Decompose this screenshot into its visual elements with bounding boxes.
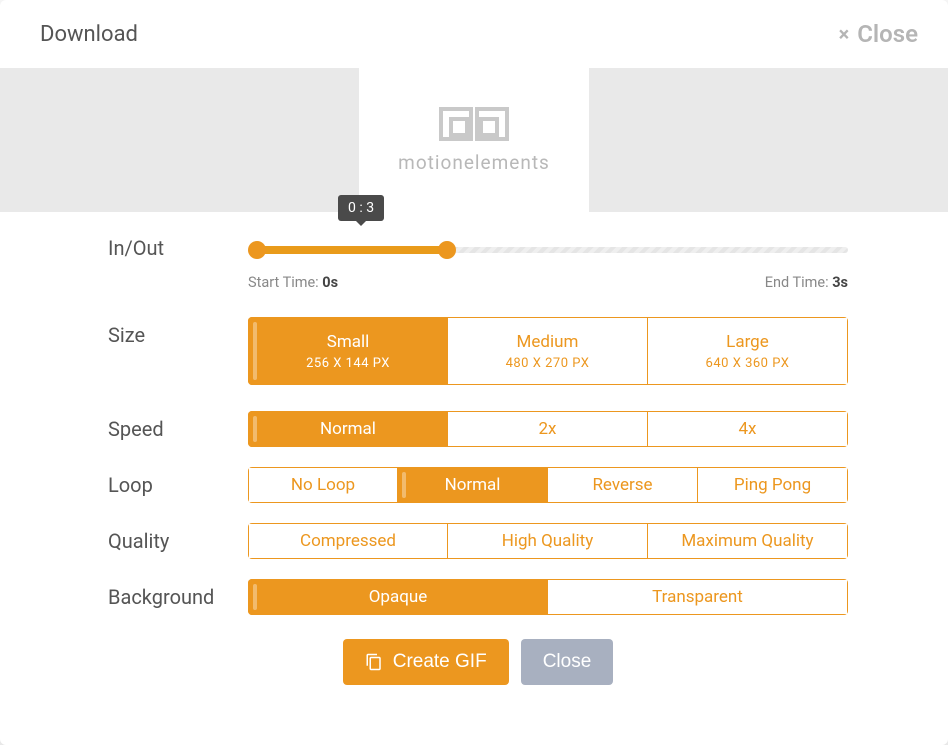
quality-option-max[interactable]: Maximum Quality — [648, 523, 848, 559]
size-option-medium[interactable]: Medium 480 X 270 PX — [448, 317, 648, 385]
slider-labels: Start Time: 0s End Time: 3s — [248, 274, 848, 291]
modal-header: Download × Close — [0, 0, 948, 68]
end-time-label: End Time: 3s — [765, 274, 848, 291]
brand-text: motionelements — [398, 151, 550, 174]
close-top-button[interactable]: × Close — [839, 20, 918, 48]
preview-area: motionelements — [0, 68, 948, 212]
size-dim: 256 X 144 PX — [306, 356, 390, 371]
row-inout: In/Out 0 : 3 Start Time: 0s End Time: 3s — [108, 230, 848, 291]
loop-option-noloop[interactable]: No Loop — [248, 467, 398, 503]
size-option-large[interactable]: Large 640 X 360 PX — [648, 317, 848, 385]
loop-option-reverse[interactable]: Reverse — [548, 467, 698, 503]
size-group: Small 256 X 144 PX Medium 480 X 270 PX L… — [248, 317, 848, 385]
download-modal: Download × Close motionelements In/Out 0… — [0, 0, 948, 745]
size-name: Large — [726, 332, 769, 352]
size-name: Small — [327, 332, 370, 352]
size-dim: 640 X 360 PX — [706, 356, 790, 371]
create-gif-button[interactable]: Create GIF — [343, 639, 509, 685]
modal-title: Download — [40, 22, 138, 47]
row-quality: Quality Compressed High Quality Maximum … — [108, 523, 848, 559]
speed-label: Speed — [108, 411, 248, 441]
slider-handle-start[interactable] — [248, 241, 266, 259]
size-option-small[interactable]: Small 256 X 144 PX — [248, 317, 448, 385]
background-option-opaque[interactable]: Opaque — [248, 579, 548, 615]
brand-logo-icon — [439, 107, 509, 141]
loop-option-pingpong[interactable]: Ping Pong — [698, 467, 848, 503]
row-loop: Loop No Loop Normal Reverse Ping Pong — [108, 467, 848, 503]
close-top-label: Close — [857, 20, 918, 48]
inout-label: In/Out — [108, 230, 248, 260]
close-bottom-button[interactable]: Close — [521, 639, 614, 685]
start-time-label: Start Time: 0s — [248, 274, 338, 291]
speed-option-2x[interactable]: 2x — [448, 411, 648, 447]
speed-option-normal[interactable]: Normal — [248, 411, 448, 447]
inout-slider[interactable] — [248, 240, 848, 260]
row-background: Background Opaque Transparent — [108, 579, 848, 615]
slider-fill — [256, 246, 446, 254]
create-gif-label: Create GIF — [393, 651, 487, 673]
footer-actions: Create GIF Close — [108, 639, 848, 685]
quality-group: Compressed High Quality Maximum Quality — [248, 523, 848, 559]
controls: In/Out 0 : 3 Start Time: 0s End Time: 3s… — [0, 212, 948, 705]
speed-group: Normal 2x 4x — [248, 411, 848, 447]
loop-label: Loop — [108, 467, 248, 497]
background-group: Opaque Transparent — [248, 579, 848, 615]
size-name: Medium — [517, 332, 579, 352]
close-icon: × — [839, 22, 850, 46]
slider-handle-end[interactable] — [438, 241, 456, 259]
quality-label: Quality — [108, 523, 248, 553]
size-label: Size — [108, 317, 248, 347]
speed-option-4x[interactable]: 4x — [648, 411, 848, 447]
background-option-transparent[interactable]: Transparent — [548, 579, 848, 615]
row-speed: Speed Normal 2x 4x — [108, 411, 848, 447]
row-size: Size Small 256 X 144 PX Medium 480 X 270… — [108, 317, 848, 385]
slider-tooltip: 0 : 3 — [338, 195, 384, 221]
preview-box: motionelements — [359, 68, 589, 212]
size-dim: 480 X 270 PX — [506, 356, 590, 371]
copy-icon — [365, 653, 383, 671]
loop-option-normal[interactable]: Normal — [398, 467, 548, 503]
loop-group: No Loop Normal Reverse Ping Pong — [248, 467, 848, 503]
quality-option-compressed[interactable]: Compressed — [248, 523, 448, 559]
background-label: Background — [108, 579, 248, 609]
quality-option-high[interactable]: High Quality — [448, 523, 648, 559]
